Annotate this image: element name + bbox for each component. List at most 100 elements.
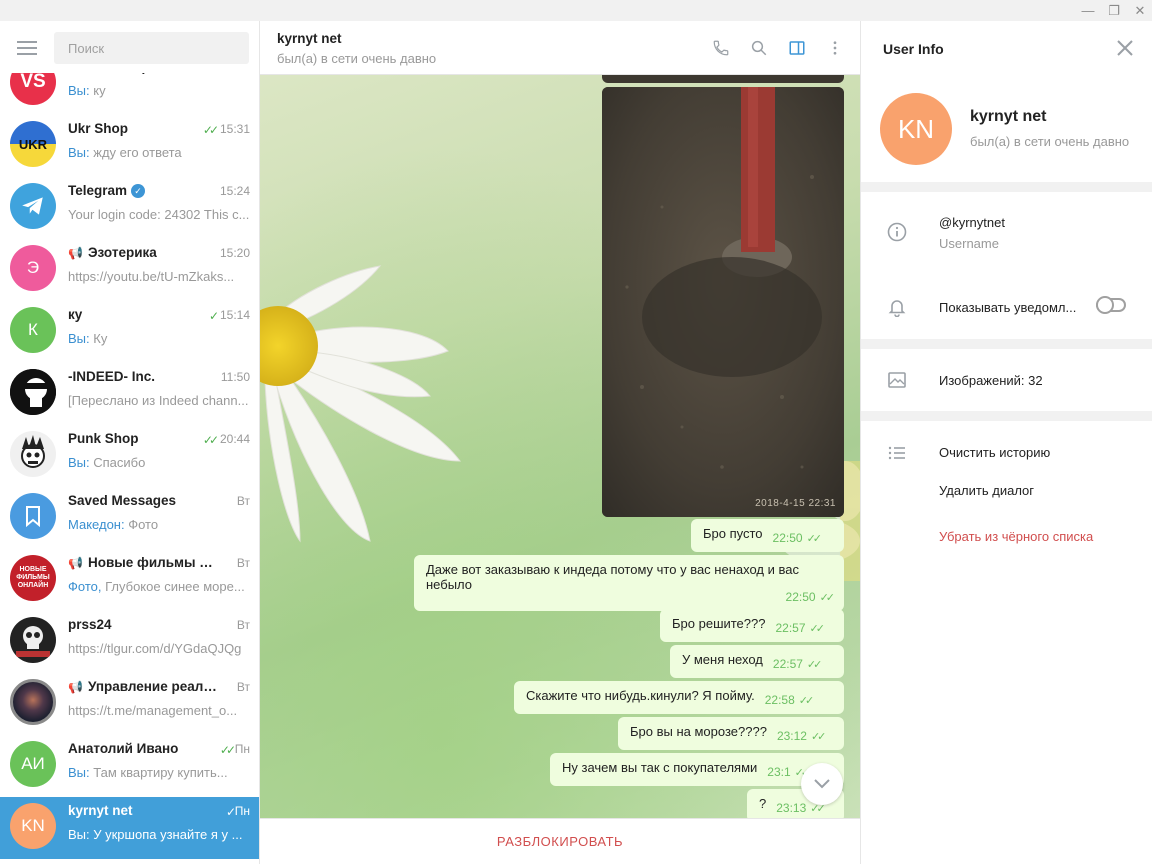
preview-text: жду его ответа (93, 145, 182, 160)
chat-preview: Вы: Там квартиру купить... (68, 765, 250, 780)
profile-name: kyrnyt net (970, 108, 1047, 125)
chat-preview: Вы: У укршопа узнайте я у ... (68, 827, 250, 842)
notifications-toggle[interactable] (1096, 296, 1126, 314)
clear-history-button[interactable]: Очистить историю (939, 445, 1050, 460)
message-bubble[interactable]: Скажите что нибудь.кинули? Я пойму. 22:58… (514, 681, 844, 714)
chat-preview: Вы: Спасибо (68, 455, 250, 470)
message-time: 22:57 ✓✓ (773, 657, 823, 671)
more-menu-icon[interactable] (825, 38, 845, 58)
chat-list-item[interactable]: Э 📢 Эзотерика 15:20 https://youtu.be/tU-mZka… (0, 239, 259, 301)
phone-icon[interactable] (711, 38, 731, 58)
punk-shop-avatar (10, 431, 56, 477)
chat-list-item[interactable]: prss24 Вт https://tlgur.com/d/YGdaQJQg (0, 611, 259, 673)
chat-list-item[interactable]: VS VkladetShop 15:41✓ Вы: ку (0, 73, 259, 115)
chat-name-text: Punk Shop (68, 431, 139, 446)
list-icon (887, 443, 907, 463)
unblacklist-button[interactable]: Убрать из чёрного списка (939, 529, 1093, 544)
unblock-button[interactable]: РАЗБЛОКИРОВАТЬ (497, 834, 623, 849)
chat-name: Ukr Shop (68, 121, 218, 136)
chat-preview: Македон: Фото (68, 517, 250, 532)
profile-username[interactable]: @kyrnytnet (939, 215, 1005, 230)
scroll-down-button[interactable] (801, 763, 843, 805)
chat-name-text: kyrnyt net (68, 803, 133, 818)
read-check-icon: ✓ (225, 805, 236, 819)
username-label: Username (939, 236, 999, 251)
chat-list-item[interactable]: UKR Ukr Shop 15:31 ✓✓ Вы: жду его ответа (0, 115, 259, 177)
read-check-icon: ✓✓ (810, 731, 827, 743)
chat-name-text: Новые фильмы он... (87, 555, 218, 570)
photo-message[interactable]: 2018-4-15 22:31 (602, 87, 844, 517)
chat-sidebar: VSVkladetShop15:41✓Вы: куUKRUkr Shop15:3… (0, 21, 260, 864)
image-icon (887, 370, 907, 390)
message-bubble[interactable]: Даже вот заказываю к индеда потому что у… (414, 555, 844, 611)
read-check-icon: ✓✓ (809, 623, 826, 635)
menu-icon[interactable] (17, 41, 37, 55)
chat-name: ку (68, 307, 218, 322)
message-bubble[interactable]: Бро вы на морозе???? 23:12 ✓✓ (618, 717, 844, 750)
read-check-icon: ✓✓ (806, 659, 823, 671)
verified-icon: ✓ (131, 184, 146, 199)
chat-name: -INDEED- Inc. (68, 369, 218, 384)
message-bubble[interactable]: Бро пусто 22:50 ✓✓ (691, 519, 844, 552)
chat-title[interactable]: kyrnyt net (277, 31, 342, 46)
delete-dialog-button[interactable]: Удалить диалог (939, 483, 1034, 498)
chat-list-item[interactable]: АИ Анатолий Ивано Пн ✓✓ Вы: Там квартиру куп… (0, 735, 259, 797)
images-count-row[interactable]: Изображений: 32 (939, 373, 1043, 388)
preview-text: Спасибо (93, 455, 146, 470)
message-bubble[interactable]: Ну зачем вы так с покупателями 23:1 ✓✓ (550, 753, 844, 786)
chat-time: 15:41 (220, 73, 250, 74)
chat-list-item[interactable]: Telegram ✓ 15:24 Your login code: 24302 Thi… (0, 177, 259, 239)
preview-text: Там квартиру купить... (93, 765, 228, 780)
minimize-button[interactable]: — (1076, 0, 1100, 21)
message-text: ? (759, 796, 767, 811)
chat-time: Пн (234, 804, 250, 818)
profile-avatar[interactable]: KN (880, 93, 952, 165)
preview-text: [Переслано из Indeed chann... (68, 393, 249, 408)
message-text: Даже вот заказываю к индеда потому что у… (426, 562, 799, 592)
megaphone-icon: 📢 (68, 680, 83, 694)
search-icon[interactable] (749, 38, 769, 58)
maximize-button[interactable]: ❐ (1102, 0, 1126, 21)
message-time-text: 22:50 (785, 590, 816, 604)
message-time-text: 23:1 (767, 765, 791, 779)
chat-name: Анатолий Ивано (68, 741, 218, 756)
chat-list-item[interactable]: Saved Messages Вт Македон: Фото (0, 487, 259, 549)
chat-list-item[interactable]: Punk Shop 20:44 ✓✓ Вы: Спасибо (0, 425, 259, 487)
chat-name-text: Управление реальн... (87, 679, 218, 694)
chat-time: 15:31 (219, 122, 250, 136)
message-bubble[interactable]: Бро решите??? 22:57 ✓✓ (660, 609, 844, 642)
chat-preview: https://t.me/management_o... (68, 703, 250, 718)
message-text: У меня неход (682, 652, 763, 667)
chat-list-item[interactable]: Кку 15:14 ✓ Вы: Ку (0, 301, 259, 363)
message-text: Ну зачем вы так с покупателями (562, 760, 758, 775)
chat-name-text: Telegram (68, 183, 128, 198)
search-input[interactable] (54, 32, 249, 64)
close-icon[interactable] (1116, 39, 1134, 57)
chat-name: prss24 (68, 617, 218, 632)
close-window-button[interactable]: ✕ (1128, 0, 1152, 21)
megaphone-icon: 📢 (68, 246, 83, 260)
chat-time: Пн (234, 742, 250, 756)
chat-name: 📢 Эзотерика (68, 245, 218, 260)
chat-list-item[interactable]: -INDEED- Inc. 11:50 [Переслано из Indeed c… (0, 363, 259, 425)
ground-photo (602, 87, 844, 517)
sidebar-toggle-icon[interactable] (787, 38, 807, 58)
chat-header: kyrnyt net был(а) в сети очень давно (260, 21, 860, 75)
chat-preview: Вы: жду его ответа (68, 145, 250, 160)
vs-logo-avatar: VS (10, 73, 56, 105)
message-time: 22:50 ✓✓ (773, 531, 823, 545)
chat-list-item[interactable]: 📢 Управление реальн... Вт https://t.me/mana… (0, 673, 259, 735)
notifications-label: Показывать уведомл... (939, 300, 1077, 315)
chat-preview: Your login code: 24302 This c... (68, 207, 250, 222)
chat-list-item[interactable]: KN kyrnyt net Пн ✓ Вы: У укршопа узнайте я у… (0, 797, 259, 859)
message-time: 22:50 ✓✓ (436, 590, 836, 604)
chat-name-text: -INDEED- Inc. (68, 369, 156, 384)
chat-list-item[interactable]: НОВЫЕ ФИЛЬМЫ ОНЛАЙН 📢 Новые фильмы он... Вт… (0, 549, 259, 611)
message-bubble[interactable]: У меня неход 22:57 ✓✓ (670, 645, 844, 678)
preview-text: Глубокое синее море... (105, 579, 245, 594)
preview-text: Your login code: 24302 This c... (68, 207, 250, 222)
megaphone-icon: 📢 (68, 556, 83, 570)
message-text: Бро решите??? (672, 616, 766, 631)
previous-photo-edge (602, 75, 844, 83)
divider (861, 411, 1152, 421)
